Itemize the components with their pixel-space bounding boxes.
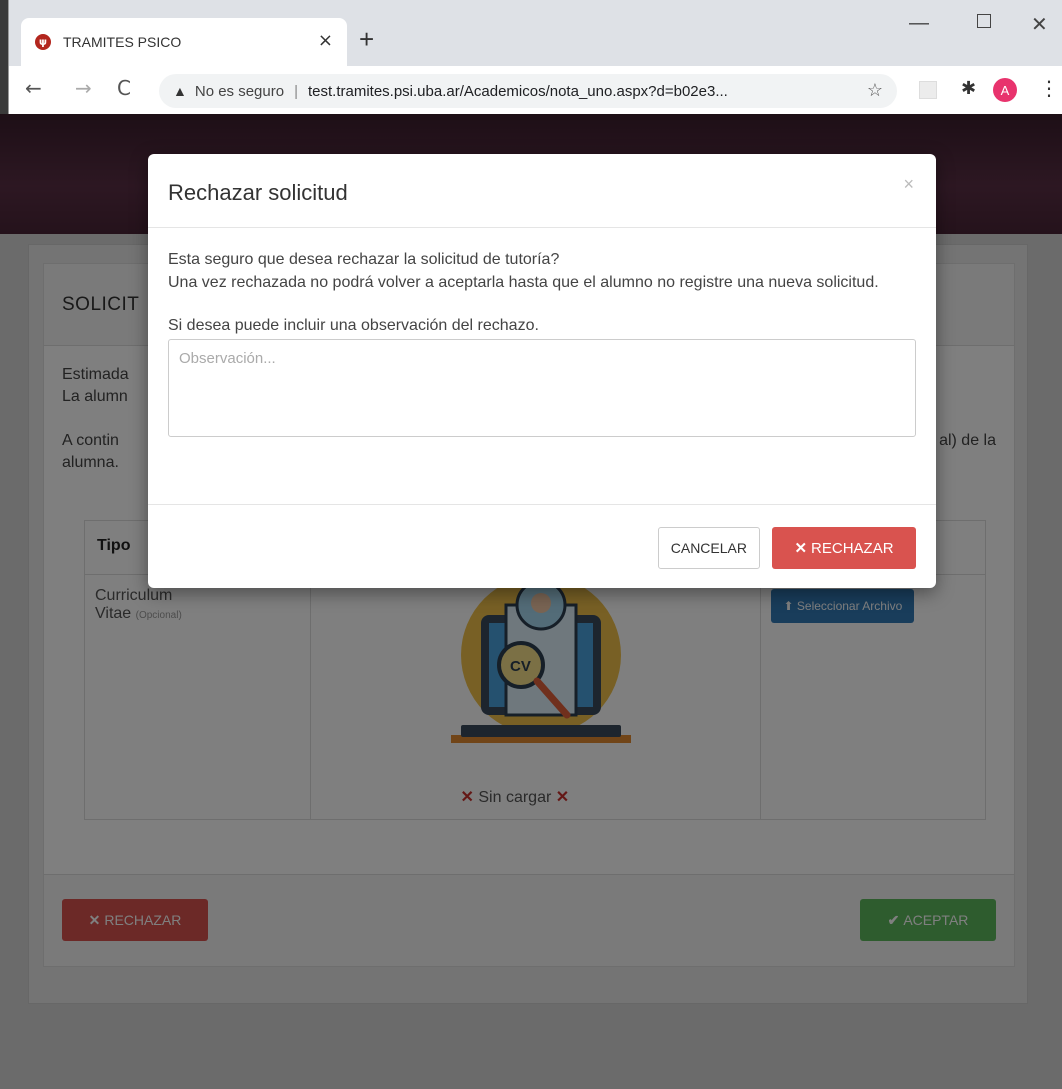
modal-message-line-2: Una vez rechazada no podrá volver a acep… (168, 274, 879, 291)
forward-arrow-icon[interactable]: → (75, 76, 92, 100)
avatar[interactable]: A (993, 78, 1017, 102)
security-label[interactable]: No es seguro (195, 83, 284, 100)
modal-footer: CANCELAR ✕ RECHAZAR (148, 504, 936, 588)
puzzle-icon[interactable]: ✱ (961, 78, 976, 99)
star-icon[interactable]: ☆ (867, 80, 883, 101)
modal-title: Rechazar solicitud (168, 180, 348, 205)
observation-label: Si desea puede incluir una observación d… (168, 317, 539, 334)
close-icon[interactable]: × (903, 174, 914, 195)
separator: | (294, 82, 298, 100)
modal-message-line-1: Esta seguro que desea rechazar la solici… (168, 251, 560, 268)
modal-header: Rechazar solicitud × (148, 154, 936, 228)
new-tab-button[interactable]: + (359, 24, 374, 55)
tab-title: TRAMITES PSICO (63, 34, 182, 50)
tab-strip: ψ TRAMITES PSICO × + — ✕ (9, 0, 1062, 72)
browser-tab[interactable]: ψ TRAMITES PSICO × (21, 18, 347, 66)
observation-field[interactable] (168, 339, 916, 437)
confirm-reject-label: RECHAZAR (811, 539, 894, 557)
extension-icon[interactable] (919, 81, 937, 99)
reload-icon[interactable]: C (117, 76, 131, 100)
site-favicon-icon: ψ (35, 34, 51, 50)
confirm-reject-button[interactable]: ✕ RECHAZAR (772, 527, 916, 569)
modal-message: Esta seguro que desea rechazar la solici… (168, 248, 916, 294)
back-arrow-icon[interactable]: ← (25, 76, 42, 100)
url-text[interactable]: test.tramites.psi.uba.ar/Academicos/nota… (308, 83, 728, 100)
maximize-icon[interactable] (977, 14, 991, 28)
warning-icon[interactable]: ▲ (173, 83, 187, 99)
modal-body: Esta seguro que desea rechazar la solici… (148, 228, 936, 464)
reject-modal: Rechazar solicitud × Esta seguro que des… (148, 154, 936, 588)
cancel-button[interactable]: CANCELAR (657, 527, 760, 569)
x-icon: ✕ (794, 540, 808, 557)
address-bar[interactable]: ▲ No es seguro | test.tramites.psi.uba.a… (159, 74, 897, 108)
browser-toolbar: ← → C ▲ No es seguro | test.tramites.psi… (9, 66, 1062, 114)
window-close-icon[interactable]: ✕ (1031, 12, 1048, 37)
tab-close-icon[interactable]: × (318, 30, 333, 51)
minimize-icon[interactable]: — (909, 12, 929, 35)
kebab-menu-icon[interactable]: ⋮ (1039, 76, 1059, 100)
